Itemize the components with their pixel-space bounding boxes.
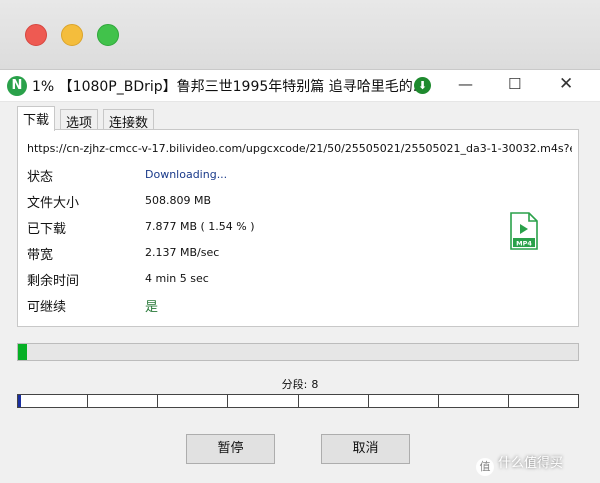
segments-count: 8 (311, 378, 319, 391)
zoom-traffic-light[interactable] (97, 24, 119, 46)
status-label: 状态 (27, 170, 54, 185)
bandwidth-row: 带宽 2.137 MB/sec (27, 244, 567, 264)
segments-label: 分段: 8 (0, 376, 600, 392)
minimize-traffic-light[interactable] (61, 24, 83, 46)
download-progress-bar (17, 343, 579, 361)
resumable-value: 是 (145, 300, 159, 315)
watermark: 值什么值得买 (476, 452, 563, 476)
title-bar: N 1% 【1080P_BDrip】鲁邦三世1995年特别篇 追寻哈里毛的...… (0, 70, 600, 102)
watermark-text: 什么值得买 (498, 456, 564, 471)
status-value: Downloading... (145, 168, 228, 181)
file-size-value: 508.809 MB (145, 194, 212, 207)
mac-window-bar (0, 0, 600, 70)
downloaded-label: 已下载 (27, 222, 67, 237)
segment-cell (228, 395, 299, 407)
time-left-row: 剩余时间 4 min 5 sec (27, 270, 567, 290)
downloaded-row: 已下载 7.877 MB ( 1.54 % ) (27, 218, 567, 238)
tab-options[interactable]: 选项 (60, 109, 99, 131)
segment-cell (369, 395, 439, 407)
pause-button[interactable]: 暂停 (186, 434, 275, 464)
mp4-file-icon: MP4 (510, 212, 538, 250)
cancel-button[interactable]: 取消 (321, 434, 410, 464)
file-size-row: 文件大小 508.809 MB (27, 192, 567, 212)
file-size-label: 文件大小 (27, 196, 80, 211)
download-dialog: 下载 选项 连接数 https://cn-zjhz-cmcc-v-17.bili… (0, 102, 600, 483)
progress-fill (18, 344, 27, 360)
segment-cell (439, 395, 509, 407)
segment-fill (18, 395, 22, 407)
watermark-logo: 值 (476, 458, 494, 476)
download-info-panel: https://cn-zjhz-cmcc-v-17.bilivideo.com/… (17, 129, 579, 327)
mp4-file-type: MP4 (516, 240, 532, 248)
maximize-button[interactable]: ☐ (508, 75, 521, 93)
window-title: 1% 【1080P_BDrip】鲁邦三世1995年特别篇 追寻哈里毛的... (32, 79, 427, 95)
close-button[interactable]: ✕ (559, 74, 573, 94)
bandwidth-value: 2.137 MB/sec (145, 246, 220, 259)
segments-bar (17, 394, 579, 408)
segment-cell (18, 395, 89, 407)
resumable-row: 可继续 是 (27, 296, 567, 316)
download-url: https://cn-zjhz-cmcc-v-17.bilivideo.com/… (27, 142, 572, 155)
downloaded-value: 7.877 MB ( 1.54 % ) (145, 220, 255, 233)
segments-caption: 分段: (281, 378, 308, 391)
time-left-value: 4 min 5 sec (145, 272, 209, 285)
close-traffic-light[interactable] (25, 24, 47, 46)
arrow-down-icon[interactable]: ⬇ (414, 77, 431, 94)
segment-cell (88, 395, 159, 407)
bandwidth-label: 带宽 (27, 248, 54, 263)
segment-cell (158, 395, 229, 407)
tab-download[interactable]: 下载 (17, 106, 56, 131)
app-logo-icon: N (7, 76, 27, 96)
status-row: 状态 Downloading... (27, 166, 567, 186)
time-left-label: 剩余时间 (27, 274, 80, 289)
minimize-button[interactable]: — (458, 75, 473, 93)
segment-cell (509, 395, 578, 407)
segment-cell (299, 395, 369, 407)
tab-connections[interactable]: 连接数 (103, 109, 155, 131)
resumable-label: 可继续 (27, 300, 67, 315)
